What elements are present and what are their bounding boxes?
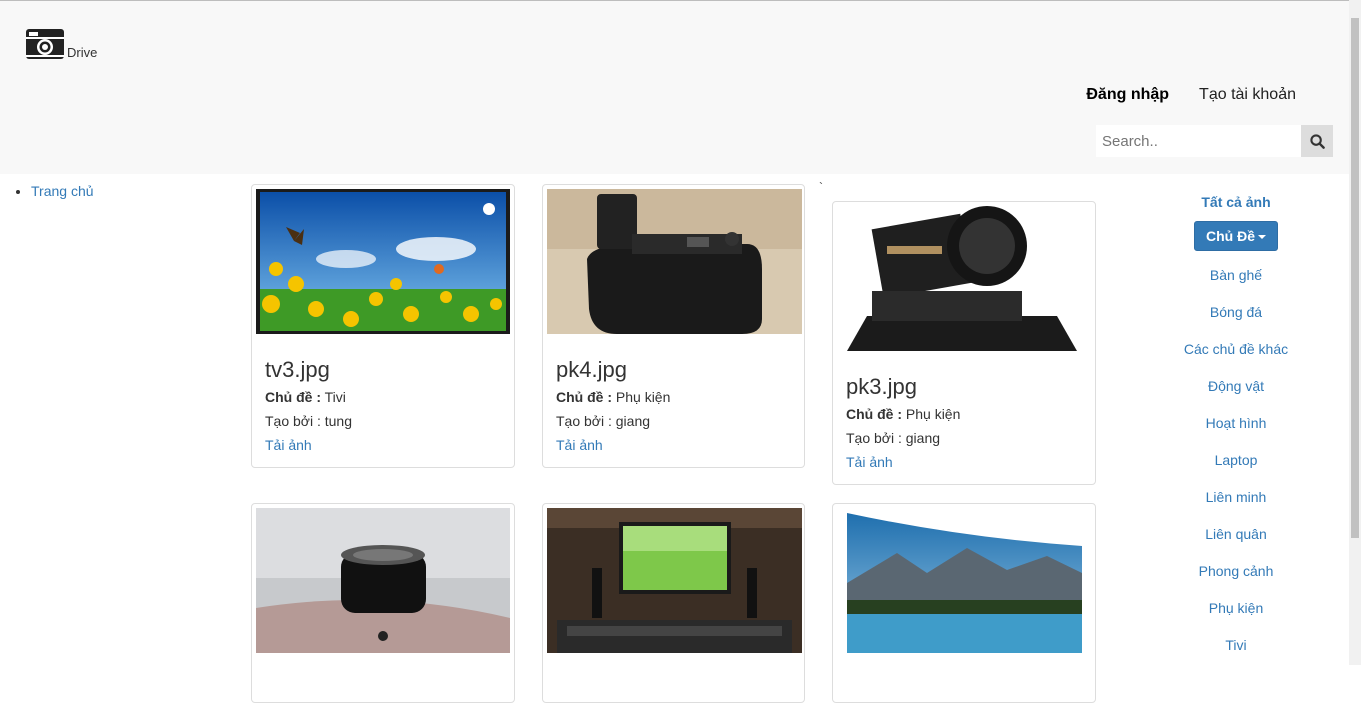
topic-line: Chủ đề : Phụ kiện — [556, 385, 670, 409]
topic-link[interactable]: Hoạt hình — [1206, 415, 1267, 431]
navbar: Drive Đăng nhập Tạo tài khoản — [0, 1, 1349, 174]
photo-card: pk4.jpg Chủ đề : Phụ kiện Tạo bởi : gian… — [542, 184, 805, 468]
photo-card — [542, 503, 805, 703]
download-link[interactable]: Tải ảnh — [556, 433, 670, 457]
topic-value: Phụ kiện — [615, 389, 671, 405]
photo-thumbnail[interactable] — [837, 508, 1091, 653]
home-theater-image — [547, 508, 802, 653]
card-caption: pk4.jpg Chủ đề : Phụ kiện Tạo bởi : gian… — [556, 357, 670, 457]
topic-item: Động vật — [1136, 368, 1336, 405]
photo-thumbnail[interactable] — [547, 189, 802, 334]
caret-down-icon — [1258, 235, 1266, 240]
search-button[interactable] — [1301, 125, 1333, 157]
download-link[interactable]: Tải ảnh — [846, 450, 960, 474]
account-nav: Đăng nhập Tạo tài khoản — [1071, 86, 1311, 104]
topic-sidebar: Tất cả ảnh Chủ Đề Bàn ghế Bóng đá Các ch… — [1136, 192, 1336, 664]
file-name: pk3.jpg — [846, 374, 917, 399]
topic-item: Phong cảnh — [1136, 553, 1336, 590]
brand-text: Drive — [67, 45, 98, 60]
topic-list: Bàn ghế Bóng đá Các chủ đề khác Động vật… — [1136, 257, 1336, 664]
topic-link[interactable]: Phong cảnh — [1199, 563, 1274, 579]
camera-logo-icon — [26, 29, 64, 59]
photo-thumbnail[interactable] — [547, 508, 802, 653]
left-nav-item: Trang chủ — [31, 183, 94, 199]
stray-mark: ` — [819, 180, 823, 194]
all-photos-link[interactable]: Tất cả ảnh — [1136, 192, 1336, 212]
file-name: tv3.jpg — [265, 357, 330, 382]
topic-link[interactable]: Bóng đá — [1210, 304, 1262, 320]
topic-label: Chủ đề : — [265, 389, 321, 405]
home-link[interactable]: Trang chủ — [31, 183, 94, 199]
dropdown-label: Chủ Đề — [1206, 228, 1255, 244]
topic-dropdown-button[interactable]: Chủ Đề — [1194, 221, 1278, 251]
topic-label: Chủ đề : — [846, 406, 902, 422]
photo-card: pk3.jpg Chủ đề : Phụ kiện Tạo bởi : gian… — [832, 201, 1096, 485]
vertical-scrollbar[interactable] — [1349, 0, 1361, 665]
topic-item: Bóng đá — [1136, 294, 1336, 331]
search-form — [1096, 125, 1333, 157]
topic-item: Phụ kiện — [1136, 590, 1336, 627]
topic-item: Liên minh — [1136, 479, 1336, 516]
topic-link[interactable]: Liên quân — [1205, 526, 1267, 542]
photo-thumbnail[interactable] — [837, 206, 1091, 351]
photo-thumbnail[interactable] — [256, 508, 510, 653]
landscape-flowers-image — [256, 189, 510, 334]
brand[interactable]: Drive — [25, 26, 97, 60]
scrollbar-thumb[interactable] — [1351, 18, 1359, 538]
card-caption: tv3.jpg Chủ đề : Tivi Tạo bởi : tung Tải… — [265, 357, 352, 457]
login-link[interactable]: Đăng nhập — [1071, 86, 1184, 104]
register-link[interactable]: Tạo tài khoản — [1184, 86, 1311, 104]
topic-value: Tivi — [324, 389, 346, 405]
photo-card — [832, 503, 1096, 703]
download-link[interactable]: Tải ảnh — [265, 433, 352, 457]
photo-card — [251, 503, 515, 703]
topic-item: Bàn ghế — [1136, 257, 1336, 294]
card-caption: pk3.jpg Chủ đề : Phụ kiện Tạo bởi : gian… — [846, 374, 960, 474]
topic-link[interactable]: Phụ kiện — [1209, 600, 1263, 616]
topic-link[interactable]: Liên minh — [1206, 489, 1267, 505]
topic-label: Chủ đề : — [556, 389, 612, 405]
file-name: pk4.jpg — [556, 357, 627, 382]
topic-link[interactable]: Bàn ghế — [1210, 267, 1262, 283]
creator-line: Tạo bởi : giang — [556, 413, 651, 429]
topic-line: Chủ đề : Phụ kiện — [846, 402, 960, 426]
phone-lens-image — [256, 508, 510, 653]
search-icon — [1309, 133, 1325, 149]
battery-grip-image — [547, 189, 802, 334]
topic-item: Hoạt hình — [1136, 405, 1336, 442]
topic-item: Liên quân — [1136, 516, 1336, 553]
photo-thumbnail[interactable] — [256, 189, 510, 334]
creator-line: Tạo bởi : tung — [265, 413, 353, 429]
topic-item: Laptop — [1136, 442, 1336, 479]
search-input[interactable] — [1096, 125, 1301, 157]
creator-line: Tạo bởi : giang — [846, 430, 941, 446]
topic-item: Tivi — [1136, 627, 1336, 664]
topic-line: Chủ đề : Tivi — [265, 385, 352, 409]
photo-card: tv3.jpg Chủ đề : Tivi Tạo bởi : tung Tải… — [251, 184, 515, 468]
topic-link[interactable]: Động vật — [1208, 378, 1264, 394]
left-nav: Trang chủ — [12, 183, 94, 199]
topic-link[interactable]: Các chủ đề khác — [1184, 341, 1288, 357]
topic-value: Phụ kiện — [905, 406, 961, 422]
camera-accessory-image — [837, 206, 1091, 351]
topic-link[interactable]: Tivi — [1225, 637, 1246, 653]
topic-item: Các chủ đề khác — [1136, 331, 1336, 368]
topic-link[interactable]: Laptop — [1215, 452, 1258, 468]
curved-tv-image — [837, 508, 1091, 653]
